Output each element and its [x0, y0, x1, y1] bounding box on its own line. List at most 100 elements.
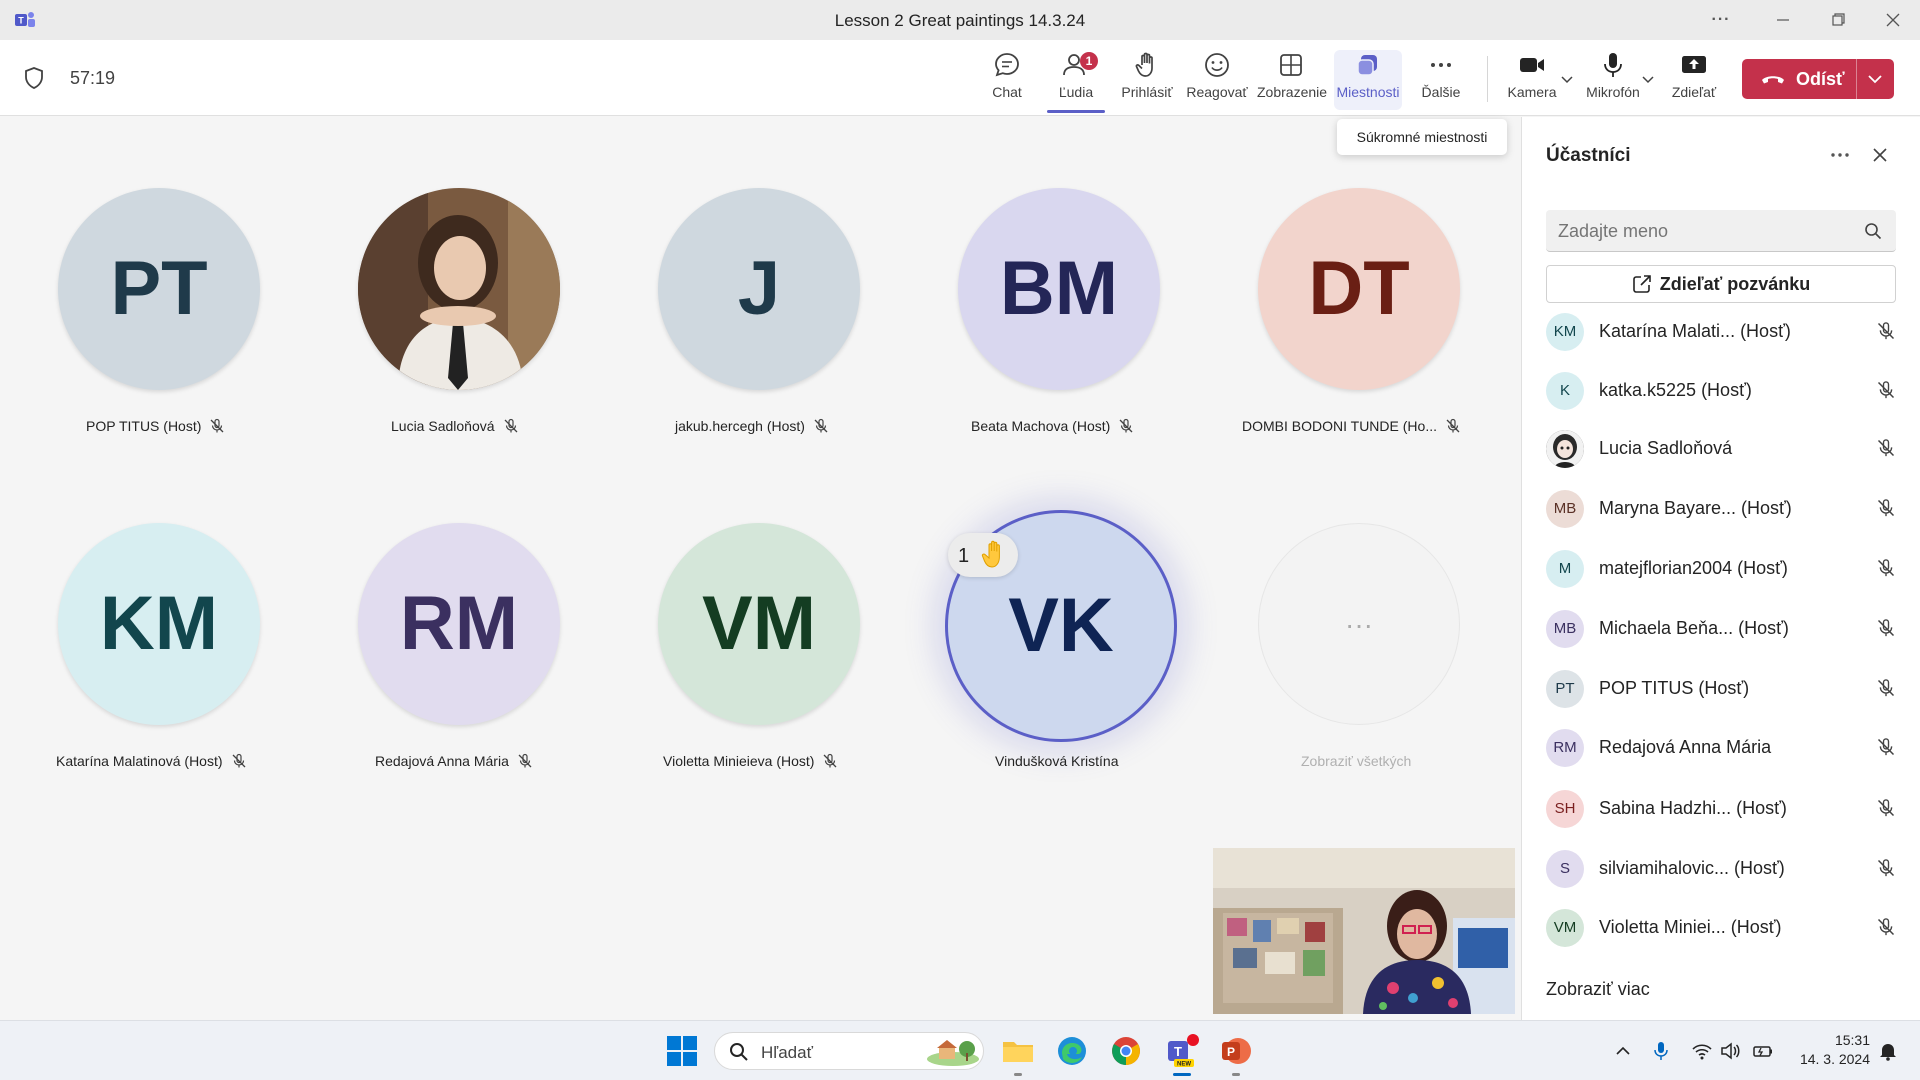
raised-hand-badge: 1: [948, 533, 1018, 577]
microphone-options-chevron-icon[interactable]: [1641, 72, 1655, 86]
participant-tile-name: Vindušková Kristína: [995, 753, 1119, 769]
show-all-label[interactable]: Zobraziť všetkých: [1301, 753, 1411, 769]
more-button[interactable]: Ďalšie: [1407, 50, 1475, 110]
participant-name: silviamihalovic... (Hosť): [1599, 858, 1785, 878]
participant-row[interactable]: SH Sabina Hadzhi... (Hosť): [1546, 784, 1906, 832]
minimize-icon[interactable]: [1768, 8, 1798, 32]
breakout-rooms-icon: [1357, 55, 1377, 76]
mic-off-icon: [1877, 859, 1895, 877]
leave-button[interactable]: Odísť: [1742, 59, 1894, 99]
edge-browser-icon[interactable]: [1054, 1033, 1090, 1069]
chrome-browser-icon[interactable]: [1108, 1033, 1144, 1069]
wifi-icon[interactable]: [1691, 1041, 1713, 1061]
leave-options-chevron-icon[interactable]: [1866, 71, 1884, 87]
participant-tile-name: DOMBI BODONI TUNDE (Ho...: [1242, 418, 1461, 434]
mic-off-icon: [1877, 918, 1895, 936]
windows-start-icon[interactable]: [664, 1033, 700, 1069]
close-window-icon[interactable]: [1878, 8, 1908, 32]
file-explorer-icon[interactable]: [1000, 1033, 1036, 1069]
participant-search-input[interactable]: [1558, 210, 1858, 252]
clock-time: 15:31: [1834, 1032, 1870, 1048]
participant-tile-avatar[interactable]: DT: [1258, 188, 1460, 390]
participants-panel-title: Účastníci: [1546, 145, 1631, 166]
window-more-button[interactable]: ···: [1706, 8, 1736, 32]
avatar-initials: KM: [99, 581, 219, 666]
participant-avatar: M: [1546, 550, 1584, 588]
chat-button[interactable]: Chat: [973, 50, 1041, 110]
share-screen-icon: [1682, 56, 1706, 73]
close-panel-icon[interactable]: [1868, 143, 1892, 167]
participant-name: Michaela Beňa... (Hosť): [1599, 618, 1789, 638]
participant-avatar: SH: [1546, 790, 1584, 828]
participant-tile-avatar[interactable]: KM: [58, 523, 260, 725]
mic-off-icon: [1877, 738, 1895, 756]
participant-tile-avatar[interactable]: J: [658, 188, 860, 390]
participant-row[interactable]: Lucia Sadloňová: [1546, 424, 1906, 472]
powerpoint-icon[interactable]: P: [1218, 1033, 1254, 1069]
participant-avatar: KM: [1546, 313, 1584, 351]
participant-search: [1546, 210, 1896, 252]
show-more-link[interactable]: Zobraziť viac: [1546, 979, 1650, 1000]
volume-icon[interactable]: [1720, 1041, 1742, 1061]
microphone-tray-icon[interactable]: [1650, 1041, 1672, 1061]
view-button[interactable]: Zobrazenie: [1257, 50, 1327, 110]
participant-tile-photo[interactable]: [358, 188, 560, 390]
people-active-indicator: [1047, 110, 1105, 113]
participant-tile-avatar[interactable]: VM: [658, 523, 860, 725]
people-button[interactable]: 1 Ľudia: [1042, 50, 1110, 110]
participant-row[interactable]: VM Violetta Miniei... (Hosť): [1546, 903, 1906, 951]
raise-hand-button[interactable]: Prihlásiť: [1113, 50, 1181, 110]
self-view-video[interactable]: [1213, 848, 1515, 1014]
shield-icon[interactable]: [24, 66, 44, 90]
participant-tile-avatar[interactable]: PT: [58, 188, 260, 390]
participant-name: katka.k5225 (Hosť): [1599, 380, 1752, 400]
camera-button[interactable]: Kamera: [1498, 50, 1566, 110]
participant-tile-avatar[interactable]: BM: [958, 188, 1160, 390]
participant-row[interactable]: RM Redajová Anna Mária: [1546, 723, 1906, 771]
show-all-tile[interactable]: ···: [1258, 523, 1460, 725]
share-invite-button[interactable]: Zdieľať pozvánku: [1546, 265, 1896, 303]
participants-panel: Účastníci Zdieľať pozvánku KM Katarína M…: [1521, 117, 1920, 1020]
participant-row[interactable]: KM Katarína Malati... (Hosť): [1546, 307, 1906, 355]
taskbar-search[interactable]: Hľadať: [714, 1032, 984, 1070]
share-invite-icon: [1632, 275, 1651, 293]
smiley-icon: [1205, 53, 1229, 77]
microphone-button[interactable]: Mikrofón: [1579, 50, 1647, 110]
search-icon[interactable]: [1864, 222, 1882, 240]
avatar-photo-lucia: [1546, 430, 1584, 468]
restore-icon[interactable]: [1823, 8, 1853, 32]
participant-row[interactable]: PT POP TITUS (Hosť): [1546, 664, 1906, 712]
people-label: Ľudia: [1058, 84, 1094, 100]
teams-new-icon[interactable]: T NEW: [1164, 1033, 1200, 1069]
running-indicator: [1014, 1073, 1022, 1076]
share-button[interactable]: Zdieľať: [1660, 50, 1728, 110]
more-label: Ďalšie: [1421, 84, 1461, 100]
search-icon: [730, 1043, 748, 1061]
breakout-rooms-button[interactable]: Miestnosti: [1334, 50, 1402, 110]
mic-off-icon: [1877, 799, 1895, 817]
participant-avatar: K: [1546, 372, 1584, 410]
participant-name: Redajová Anna Mária: [1599, 737, 1772, 757]
chat-label: Chat: [992, 84, 1022, 100]
notification-bell-icon[interactable]: [1877, 1041, 1899, 1061]
participant-tile-name: Violetta Minieieva (Host): [663, 753, 838, 769]
running-indicator-active: [1173, 1073, 1191, 1076]
participant-row[interactable]: MB Michaela Beňa... (Hosť): [1546, 604, 1906, 652]
mic-off-icon: [1877, 439, 1895, 457]
taskbar-clock[interactable]: 15:31 14. 3. 2024: [1790, 1031, 1870, 1069]
toolbar-separator: [1487, 56, 1488, 102]
panel-more-options-icon[interactable]: [1826, 143, 1854, 167]
participant-avatar: VM: [1546, 909, 1584, 947]
react-button[interactable]: Reagovať: [1183, 50, 1251, 110]
participant-tile-avatar[interactable]: RM: [358, 523, 560, 725]
show-hidden-icons-chevron-icon[interactable]: [1612, 1041, 1634, 1061]
participant-row[interactable]: S silviamihalovic... (Hosť): [1546, 844, 1906, 892]
mic-off-icon: [814, 418, 828, 433]
participant-row[interactable]: K katka.k5225 (Hosť): [1546, 366, 1906, 414]
camera-options-chevron-icon[interactable]: [1560, 72, 1574, 86]
participant-row[interactable]: M matejflorian2004 (Hosť): [1546, 544, 1906, 592]
battery-icon[interactable]: [1752, 1041, 1774, 1061]
search-highlight-illustration-icon: [927, 1040, 979, 1066]
participant-avatar: S: [1546, 850, 1584, 888]
participant-row[interactable]: MB Maryna Bayare... (Hosť): [1546, 484, 1906, 532]
